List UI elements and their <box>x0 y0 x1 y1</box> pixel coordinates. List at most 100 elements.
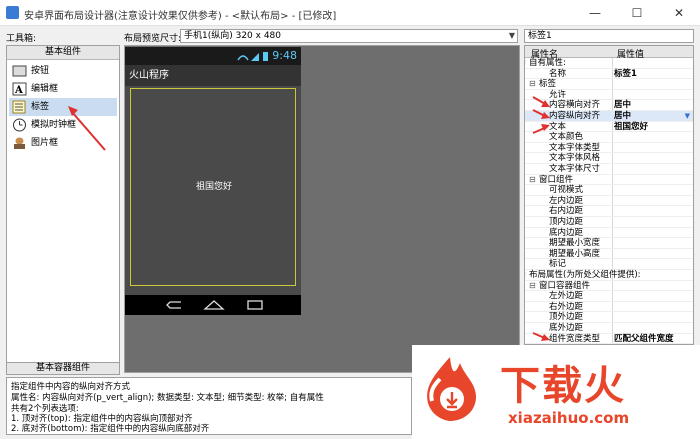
property-row[interactable]: 允许 <box>525 90 693 101</box>
property-name: 窗口容器组件 <box>539 280 591 291</box>
collapse-toggle-icon[interactable]: ⊟ <box>529 175 536 185</box>
collapse-toggle-icon[interactable]: ⊟ <box>525 58 526 68</box>
status-time: 9:48 <box>272 49 297 62</box>
collapse-toggle-icon[interactable]: ⊟ <box>525 270 526 280</box>
toolbox-label: 工具箱: <box>6 34 37 44</box>
property-name: 标记 <box>549 259 567 270</box>
property-name: 底内边距 <box>549 227 584 238</box>
property-name: 自有属性: <box>529 58 566 68</box>
nav-bar <box>125 295 301 315</box>
phone-content: 祖国您好 <box>125 86 301 295</box>
back-icon[interactable] <box>165 299 185 311</box>
palette-item-label: 模拟时钟框 <box>31 120 77 130</box>
property-row[interactable]: 文本字体尺寸 <box>525 164 693 175</box>
property-row[interactable]: 可视模式 <box>525 185 693 196</box>
property-row[interactable]: ⊟ 窗口容器组件 <box>525 281 693 292</box>
component-name-field[interactable]: 标签1 <box>524 29 694 43</box>
property-row[interactable]: ⊟自有属性: <box>525 58 693 69</box>
property-value[interactable]: 匹配父组件宽度 <box>614 334 674 344</box>
preview-size-value: 手机1(纵向) 320 x 480 <box>184 31 282 41</box>
watermark: 下载火 xiazaihuo.com <box>412 345 700 439</box>
phone-preview: 9:48 火山程序 祖国您好 <box>125 47 301 315</box>
preview-size-label: 布局预览尺寸: <box>124 34 182 44</box>
fire-logo-icon <box>427 357 476 421</box>
home-icon[interactable] <box>203 298 225 311</box>
image-icon <box>14 137 25 149</box>
property-row[interactable]: 名称 标签1 <box>525 69 693 80</box>
property-row[interactable]: 左内边距 <box>525 196 693 207</box>
title-bar: 安卓界面布局设计器(注意设计效果仅供参考) - <默认布局> - [已修改] —… <box>0 0 700 26</box>
label-component[interactable]: 祖国您好 <box>130 88 296 286</box>
palette-item-label: 编辑框 <box>31 84 59 94</box>
palette-item-edit-box[interactable]: A 编辑框 <box>9 80 117 98</box>
property-name: 可视模式 <box>549 185 584 196</box>
palette-item-label: 图片框 <box>31 138 59 148</box>
property-row[interactable]: 左外边距 <box>525 291 693 302</box>
window-title: 安卓界面布局设计器(注意设计效果仅供参考) - <默认布局> - [已修改] <box>24 11 337 22</box>
property-row[interactable]: 右外边距 <box>525 302 693 313</box>
property-value[interactable]: 居中 <box>614 111 631 121</box>
palette-item-clock[interactable]: 模拟时钟框 <box>9 116 117 134</box>
palette-item-image[interactable]: 图片框 <box>9 134 117 152</box>
property-row[interactable]: 文本颜色 <box>525 132 693 143</box>
property-row[interactable]: 期望最小高度 <box>525 249 693 260</box>
property-row[interactable]: 顶外边距 <box>525 312 693 323</box>
property-name: 右内边距 <box>549 206 584 217</box>
property-row[interactable]: 右内边距 <box>525 206 693 217</box>
property-name: 期望最小高度 <box>549 248 601 259</box>
property-name: 底外边距 <box>549 323 584 333</box>
property-row[interactable]: 文本字体风格 <box>525 153 693 164</box>
property-name: 文本颜色 <box>549 132 584 143</box>
preview-size-select[interactable]: 手机1(纵向) 320 x 480 ▼ <box>180 29 518 43</box>
property-name: 内容纵向对齐 <box>549 111 601 121</box>
svg-text:A: A <box>14 85 23 96</box>
property-row[interactable]: 底内边距 <box>525 228 693 239</box>
property-row[interactable]: 文本字体类型 <box>525 143 693 154</box>
app-title: 火山程序 <box>125 65 301 86</box>
property-name: 允许 <box>549 89 567 100</box>
palette-item-button[interactable]: 按钮 <box>9 62 117 80</box>
property-value[interactable]: 居中 <box>614 100 631 110</box>
property-row[interactable]: ⊟ 标签 <box>525 79 693 90</box>
property-value[interactable]: 标签1 <box>614 69 637 79</box>
property-row[interactable]: 内容纵向对齐 居中 ▼ <box>525 111 693 122</box>
property-row[interactable]: 组件宽度类型 匹配父组件宽度 <box>525 334 693 344</box>
maximize-button[interactable]: ☐ <box>622 3 652 23</box>
palette-footer-header[interactable]: 基本容器组件 <box>6 362 120 375</box>
app-icon <box>6 6 19 19</box>
property-description: 指定组件中内容的纵向对齐方式 属性名: 内容纵向对齐(p_vert_align)… <box>6 377 412 435</box>
palette-header[interactable]: 基本组件 <box>7 46 119 60</box>
description-line: 2. 底对齐(bottom): 指定组件中的内容纵向底部对齐 <box>11 424 210 434</box>
property-row[interactable]: 底外边距 <box>525 323 693 334</box>
properties-grid: 属性名 属性值 ⊟自有属性:名称标签1⊟标签允许内容横向对齐居中内容纵向对齐居中… <box>524 45 694 345</box>
edit-box-icon: A <box>12 82 27 96</box>
minimize-button[interactable]: — <box>580 3 610 23</box>
collapse-toggle-icon[interactable]: ⊟ <box>529 281 536 291</box>
property-name: 期望最小宽度 <box>549 238 601 249</box>
property-row[interactable]: 文本 祖国您好 <box>525 122 693 133</box>
property-row[interactable]: 顶内边距 <box>525 217 693 228</box>
label-text: 祖国您好 <box>195 182 232 192</box>
property-name: 顶内边距 <box>549 217 584 227</box>
property-name: 名称 <box>549 68 567 79</box>
collapse-toggle-icon[interactable]: ⊟ <box>529 79 536 89</box>
property-row[interactable]: 期望最小宽度 <box>525 238 693 249</box>
property-row[interactable]: ⊟ 窗口组件 <box>525 175 693 186</box>
properties-header: 属性名 属性值 <box>525 46 693 60</box>
recents-icon[interactable] <box>245 298 265 311</box>
property-name: 文本字体尺寸 <box>549 164 601 174</box>
button-icon <box>12 65 27 77</box>
property-name: 左外边距 <box>549 291 584 302</box>
property-name: 标签 <box>539 79 557 90</box>
property-row[interactable]: 标记 <box>525 259 693 270</box>
property-row[interactable]: ⊟布局属性(为所处父组件提供): <box>525 270 693 281</box>
palette-item-label[interactable]: 标签 <box>9 98 117 116</box>
chevron-down-icon[interactable]: ▼ <box>685 111 690 121</box>
watermark-url: xiazaihuo.com <box>508 409 630 427</box>
property-name: 顶外边距 <box>549 312 584 323</box>
property-value[interactable]: 祖国您好 <box>614 122 648 132</box>
close-button[interactable]: ✕ <box>664 3 694 23</box>
property-row[interactable]: 内容横向对齐 居中 <box>525 100 693 111</box>
status-bar: 9:48 <box>125 47 301 65</box>
property-name: 窗口组件 <box>539 174 574 185</box>
